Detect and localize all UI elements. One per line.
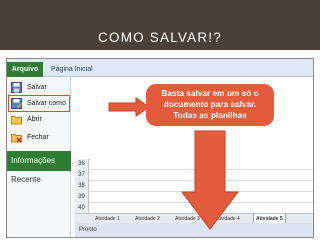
slide-title-bar: COMO SALVAR!? <box>0 0 320 50</box>
close-folder-icon <box>11 134 22 143</box>
menu-item-salvar[interactable]: Salvar <box>7 79 71 96</box>
menu-item-label: Fechar <box>27 134 49 141</box>
row-number: 39 <box>75 192 89 203</box>
callout-line-2: documento para salvar. <box>163 99 257 109</box>
row-number: 36 <box>75 159 89 170</box>
tab-pagina-inicial[interactable]: Página Inicial <box>51 62 93 77</box>
file-menu: Salvar Salvar como Abrir Fechar Informaç… <box>7 77 71 237</box>
menu-item-label: Salvar <box>27 84 47 91</box>
menu-item-recente[interactable]: Recente <box>11 175 41 184</box>
save-icon <box>11 82 22 93</box>
tab-arquivo[interactable]: Arquivo <box>7 62 43 77</box>
menu-item-label: Abrir <box>27 116 42 123</box>
menu-item-informacoes[interactable]: Informações <box>7 151 71 171</box>
menu-item-abrir[interactable]: Abrir <box>7 111 71 128</box>
arrow-down-icon <box>181 130 239 230</box>
menu-item-label: Salvar como <box>27 100 66 107</box>
menu-item-salvar-como[interactable]: Salvar como <box>7 95 71 112</box>
arrow-right-icon <box>108 97 150 117</box>
open-folder-icon <box>11 116 22 125</box>
row-number: 37 <box>75 170 89 181</box>
callout-text: Basta salvar em um só o documento para s… <box>146 88 274 121</box>
save-as-icon <box>11 98 22 109</box>
row-number: 38 <box>75 181 89 192</box>
menu-item-fechar[interactable]: Fechar <box>7 129 71 146</box>
slide-title: COMO SALVAR!? <box>98 30 222 45</box>
status-text: Pronto <box>79 227 97 233</box>
ribbon-tabs: Arquivo Página Inicial <box>7 59 313 77</box>
callout-line-3: Todas as planilhas <box>173 110 247 120</box>
callout-line-1: Basta salvar em um só o <box>161 88 259 98</box>
